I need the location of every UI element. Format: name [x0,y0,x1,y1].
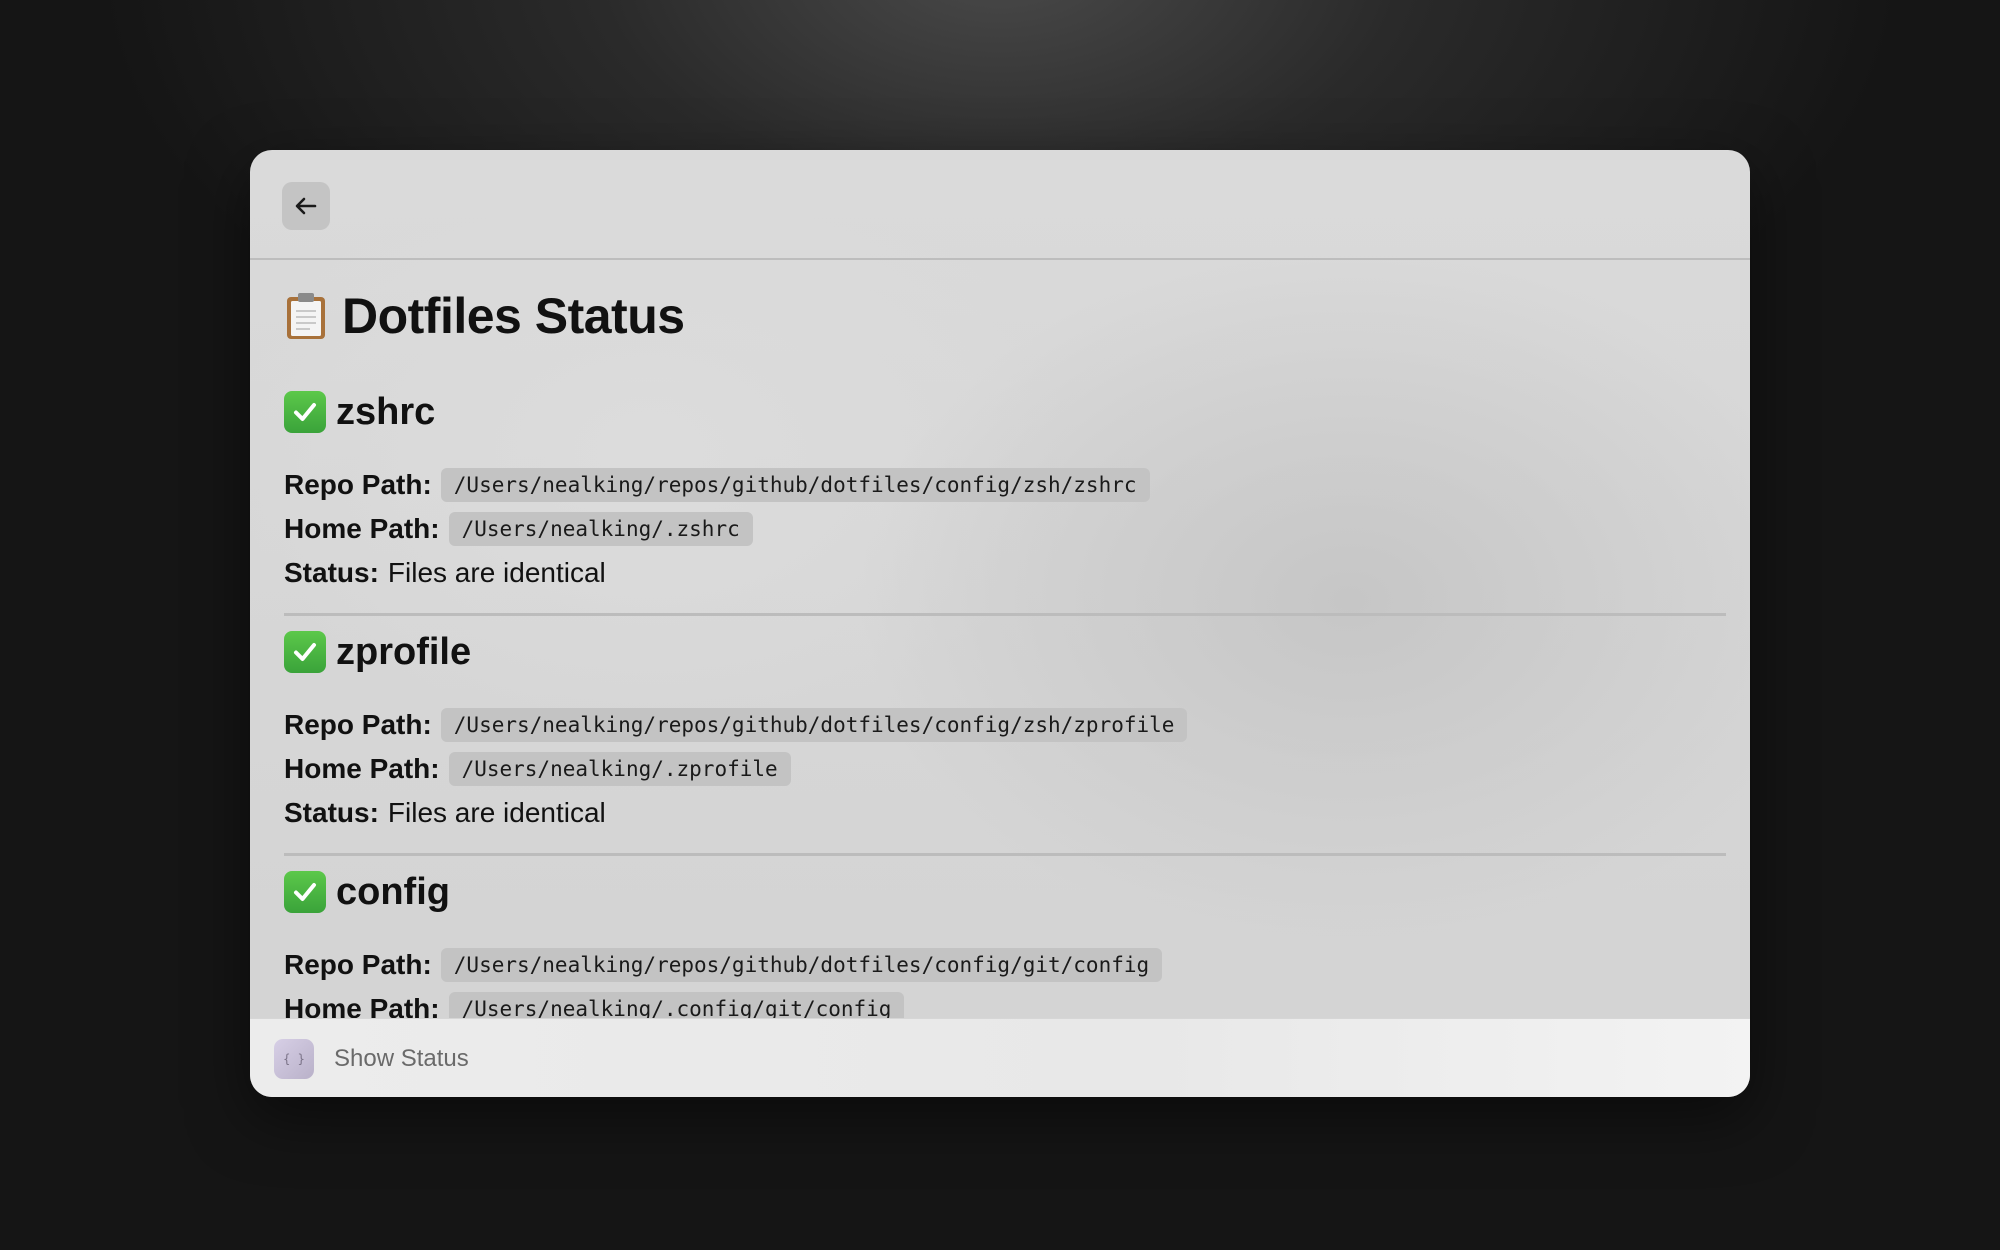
check-mark-icon [284,871,326,913]
page-title-text: Dotfiles Status [342,288,685,344]
repo-path-label: Repo Path: [284,709,432,740]
repo-path-row: Repo Path: /Users/nealking/repos/github/… [284,706,1188,744]
home-path-label: Home Path: [284,753,440,784]
status-label: Status: [284,797,379,828]
show-status-action[interactable]: Show Status [334,1041,469,1077]
repo-path-value: /Users/nealking/repos/github/dotfiles/co… [440,708,1188,742]
section-divider [284,613,1726,616]
action-bar: { } Show Status [250,1018,1750,1097]
home-path-row: Home Path: /Users/nealking/.config/git/c… [284,990,905,1018]
repo-path-value: /Users/nealking/repos/github/dotfiles/co… [440,948,1163,982]
top-bar [250,150,1750,260]
home-path-label: Home Path: [284,513,440,544]
home-path-row: Home Path: /Users/nealking/.zshrc [284,510,753,548]
status-value: Files are identical [387,797,606,828]
repo-path-row: Repo Path: /Users/nealking/repos/github/… [284,946,1163,984]
section-name: zshrc [336,390,436,433]
status-label: Status: [284,557,379,588]
repo-path-label: Repo Path: [284,949,432,980]
check-mark-icon [284,631,326,673]
home-path-value: /Users/nealking/.zprofile [448,752,791,786]
section-heading: config [284,868,450,916]
page-title: Dotfiles Status [284,286,685,346]
home-path-value: /Users/nealking/.config/git/config [448,992,905,1018]
repo-path-row: Repo Path: /Users/nealking/repos/github/… [284,466,1150,504]
repo-path-value: /Users/nealking/repos/github/dotfiles/co… [440,468,1150,502]
section-divider [284,853,1726,856]
home-path-row: Home Path: /Users/nealking/.zprofile [284,750,791,788]
section-name: config [336,870,450,913]
dotfiles-window: Dotfiles Status zshrc Repo Path: /Users/… [250,150,1750,1097]
status-row: Status: Files are identical [284,794,606,832]
section-heading: zshrc [284,388,435,436]
section-heading: zprofile [284,628,471,676]
home-path-label: Home Path: [284,993,440,1018]
arrow-left-icon [295,197,317,215]
extension-icon: { } [274,1039,314,1079]
status-row: Status: Files are identical [284,554,606,592]
home-path-value: /Users/nealking/.zshrc [448,512,753,546]
repo-path-label: Repo Path: [284,469,432,500]
section-name: zprofile [336,630,472,673]
clipboard-icon [284,291,328,341]
status-value: Files are identical [387,557,606,588]
detail-content[interactable]: Dotfiles Status zshrc Repo Path: /Users/… [250,262,1750,1018]
check-mark-icon [284,391,326,433]
back-button[interactable] [282,182,330,230]
